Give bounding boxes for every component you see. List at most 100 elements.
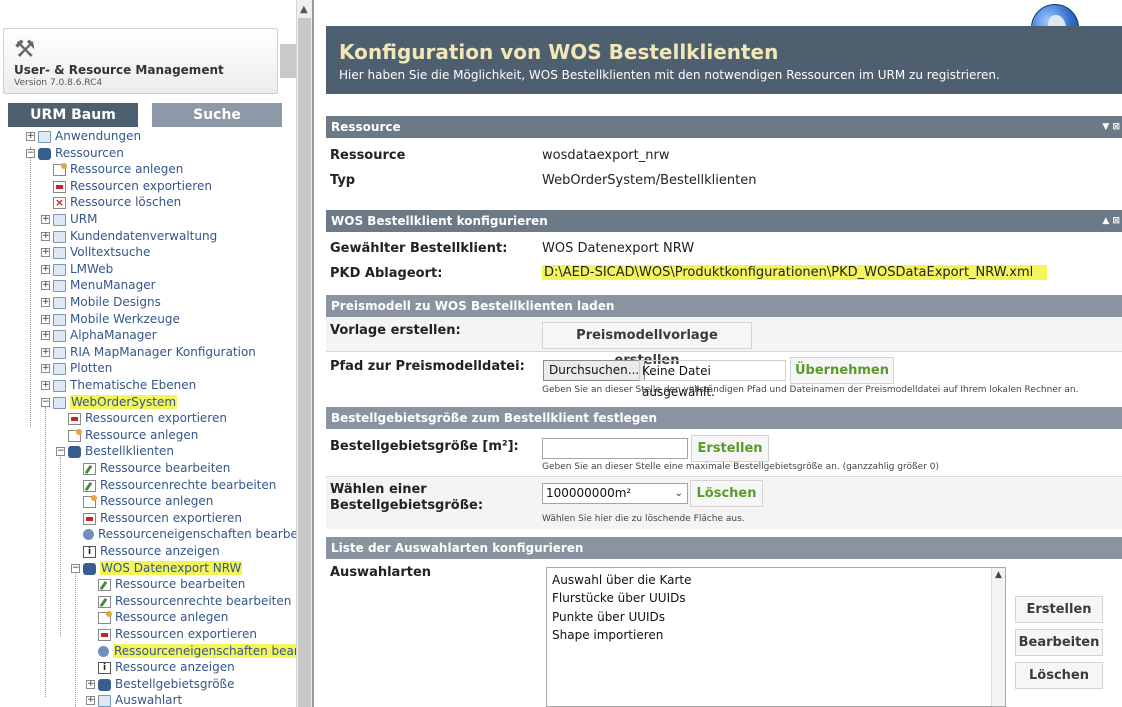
info-icon: i xyxy=(98,661,111,674)
tree-node[interactable]: + Bestellgebietsgröße xyxy=(86,676,234,692)
tree-connector xyxy=(56,431,65,440)
tree-node[interactable]: + MenuManager xyxy=(41,277,156,293)
expand-icon[interactable]: + xyxy=(41,232,50,241)
tree-node[interactable]: + Mobile Werkzeuge xyxy=(41,311,180,327)
tree-node[interactable]: + RIA MapManager Konfiguration xyxy=(41,344,256,360)
folder-icon xyxy=(53,346,66,359)
pfad-hint: Geben Sie an dieser Stelle den vollständ… xyxy=(542,385,1079,395)
tree-node-label: RIA MapManager Konfiguration xyxy=(70,345,256,359)
tree-node[interactable]: + Auswahlart xyxy=(86,692,182,707)
tree-node-label: Ressource anlegen xyxy=(85,428,199,442)
section-ressource[interactable]: Ressource ▼ ⊠ xyxy=(326,116,1122,138)
scroll-up-icon[interactable]: ▲ xyxy=(995,570,1002,580)
section-wos-config[interactable]: WOS Bestellklient konfigurieren ▲ ⊠ xyxy=(326,210,1122,232)
tree-node[interactable]: Ressource bearbeiten xyxy=(86,576,245,592)
tree-node[interactable]: + Anwendungen xyxy=(26,128,141,144)
tree-node[interactable]: Ressource anlegen xyxy=(56,427,198,443)
expand-icon[interactable]: + xyxy=(41,248,50,257)
list-item[interactable]: Flurstücke über UUIDs xyxy=(552,591,686,605)
tree-node[interactable]: Ressourcenrechte bearbeiten xyxy=(86,593,291,609)
expand-icon[interactable]: + xyxy=(41,281,50,290)
tree-node[interactable]: Ressource anlegen xyxy=(71,493,213,509)
list-item[interactable]: Punkte über UUIDs xyxy=(552,610,665,624)
expand-icon[interactable]: + xyxy=(41,381,50,390)
gebiet-create-button[interactable]: Erstellen xyxy=(691,435,769,462)
tree-node[interactable]: i Ressource anzeigen xyxy=(71,543,220,559)
edit-icon xyxy=(98,595,111,608)
pane-splitter[interactable] xyxy=(312,0,314,707)
tree-node[interactable]: + Mobile Designs xyxy=(41,294,161,310)
collapse-icon[interactable]: − xyxy=(41,398,50,407)
tree-node[interactable]: − WebOrderSystem xyxy=(41,394,178,410)
tree-node[interactable]: − WOS Datenexport NRW xyxy=(71,560,243,576)
tree-node[interactable]: Ressourceneigenschaften bearbeiten xyxy=(71,526,296,542)
gebiet-size-input[interactable] xyxy=(542,438,688,459)
pkd-path-value: D:\AED-SICAD\WOS\Produktkonfigurationen\… xyxy=(542,265,1048,280)
folder-icon xyxy=(53,396,66,409)
tree-node[interactable]: Ressourcen exportieren xyxy=(56,410,227,426)
edit-icon xyxy=(83,462,96,475)
tree-node[interactable]: + LMWeb xyxy=(41,261,113,277)
preismodellvorlage-button[interactable]: Preismodellvorlage erstellen xyxy=(542,322,752,368)
folder-icon xyxy=(53,230,66,243)
collapse-icon[interactable]: ▼ ⊠ xyxy=(1102,116,1120,138)
tab-search[interactable]: Suche xyxy=(152,103,282,127)
tree-node[interactable]: Ressourcen exportieren xyxy=(86,626,257,642)
gebiet-select[interactable]: 100000000m² ⌄ xyxy=(542,483,688,504)
collapse-icon[interactable]: − xyxy=(26,149,35,158)
scroll-up-icon[interactable]: ▲ xyxy=(300,4,308,15)
listbox-scrollbar[interactable]: ▲ xyxy=(991,568,1005,706)
scrollbar-thumb[interactable] xyxy=(298,18,311,707)
tree-node[interactable]: − Ressourcen xyxy=(26,145,124,161)
tree-node[interactable]: Ressource bearbeiten xyxy=(71,460,230,476)
expand-icon[interactable]: + xyxy=(41,315,50,324)
tree-node[interactable]: − Bestellklienten xyxy=(56,443,174,459)
tree-node[interactable]: + AlphaManager xyxy=(41,327,157,343)
tree-node[interactable]: + Thematische Ebenen xyxy=(41,377,196,393)
tree-node[interactable]: Ressourcenrechte bearbeiten xyxy=(71,477,276,493)
folder-icon xyxy=(53,246,66,259)
tree-node[interactable]: i Ressource anzeigen xyxy=(86,659,235,675)
folder-icon xyxy=(53,379,66,392)
list-item[interactable]: Auswahl über die Karte xyxy=(552,573,692,587)
tree-guide-line xyxy=(60,457,61,637)
pfad-label: Pfad zur Preismodelldatei: xyxy=(330,359,525,374)
tab-urm-tree[interactable]: URM Baum xyxy=(8,103,138,127)
expand-icon[interactable]: + xyxy=(41,265,50,274)
tree-node-label: Ressourceneigenschaften bearbeiten xyxy=(98,527,296,541)
tree-node[interactable]: Ressourcen exportieren xyxy=(41,178,212,194)
expand-icon[interactable]: + xyxy=(41,331,50,340)
expand-icon[interactable]: + xyxy=(26,132,35,141)
expand-icon[interactable]: + xyxy=(41,298,50,307)
tree-node[interactable]: + Kundendatenverwaltung xyxy=(41,228,217,244)
expand-icon[interactable]: + xyxy=(86,680,95,689)
tree-node[interactable]: + Volltextsuche xyxy=(41,244,150,260)
tree-node[interactable]: + URM xyxy=(41,211,97,227)
tree-node[interactable]: + Plotten xyxy=(41,360,112,376)
auswahl-create-button[interactable]: Erstellen xyxy=(1015,596,1103,623)
tree-node[interactable]: × Ressource löschen xyxy=(41,194,181,210)
edit-icon xyxy=(98,578,111,591)
expand-icon[interactable]: + xyxy=(41,215,50,224)
tree-node-label: Ressource bearbeiten xyxy=(115,577,246,591)
auswahl-edit-button[interactable]: Bearbeiten xyxy=(1015,629,1103,656)
list-item[interactable]: Shape importieren xyxy=(552,628,663,642)
auswahl-listbox[interactable]: Auswahl über die Karte Flurstücke über U… xyxy=(546,567,1006,707)
expand-icon[interactable]: + xyxy=(86,696,95,705)
collapse-icon[interactable]: − xyxy=(71,564,80,573)
tree-node[interactable]: Ressource anlegen xyxy=(86,609,228,625)
collapse-icon[interactable]: − xyxy=(56,447,65,456)
browse-button[interactable]: Durchsuchen... xyxy=(543,360,646,381)
tree-node[interactable]: Ressource anlegen xyxy=(41,161,183,177)
folder-icon xyxy=(53,329,66,342)
tree-node[interactable]: Ressourcen exportieren xyxy=(71,510,242,526)
tree-scrollbar[interactable]: ▲ xyxy=(296,0,312,707)
tree-node-label: Ressourcen xyxy=(55,146,124,160)
uebernehmen-button[interactable]: Übernehmen xyxy=(790,357,894,384)
expand-icon[interactable]: ▲ ⊠ xyxy=(1102,210,1120,232)
gebiet-delete-button[interactable]: Löschen xyxy=(690,480,763,507)
tree-node[interactable]: Ressourceneigenschaften bearbeit xyxy=(86,643,296,659)
expand-icon[interactable]: + xyxy=(41,348,50,357)
expand-icon[interactable]: + xyxy=(41,364,50,373)
auswahl-delete-button[interactable]: Löschen xyxy=(1015,662,1103,689)
